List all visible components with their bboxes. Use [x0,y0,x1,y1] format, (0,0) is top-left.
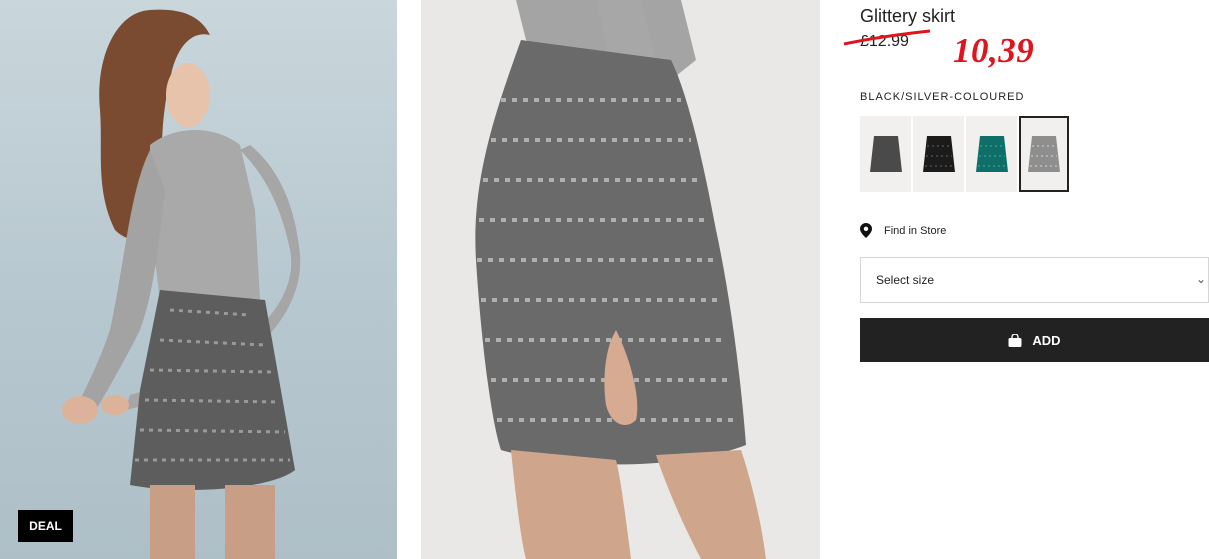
product-title: Glittery skirt [860,6,956,26]
size-select-placeholder: Select size [876,273,935,287]
skirt-thumbnail [922,136,955,172]
closeup-illustration [475,0,766,559]
color-swatches [860,116,1069,192]
add-to-bag-button[interactable]: ADD [860,318,1209,362]
deal-badge: DEAL [18,510,73,542]
new-price: 10,39 [953,31,1035,70]
add-button-label: ADD [1032,332,1061,348]
skirt-thumbnail [1028,136,1060,172]
skirt-thumbnail [975,136,1008,172]
skirt-thumbnail [869,136,902,172]
swatch-dark-grey[interactable] [860,116,911,192]
find-in-store-label: Find in Store [884,224,947,237]
color-label: BLACK/SILVER-COLOURED [860,91,1025,103]
chevron-down-icon: ⌄ [1195,272,1206,286]
product-details: Glittery skirt £12.99 10,39 BLACK/SILVER… [843,0,1209,559]
product-image-model[interactable]: DEAL [0,0,397,559]
swatch-green[interactable] [966,116,1017,192]
swatch-black[interactable] [913,116,964,192]
model-illustration [62,9,301,559]
price-strikethrough-mark [843,29,931,46]
shopping-bag-icon [1008,333,1022,347]
swatch-black-silver[interactable] [1019,116,1069,192]
product-image-closeup[interactable] [421,0,820,559]
map-pin-icon [860,223,872,238]
size-select[interactable]: Select size ⌄ [860,257,1209,303]
find-in-store-link[interactable]: Find in Store [860,223,946,238]
